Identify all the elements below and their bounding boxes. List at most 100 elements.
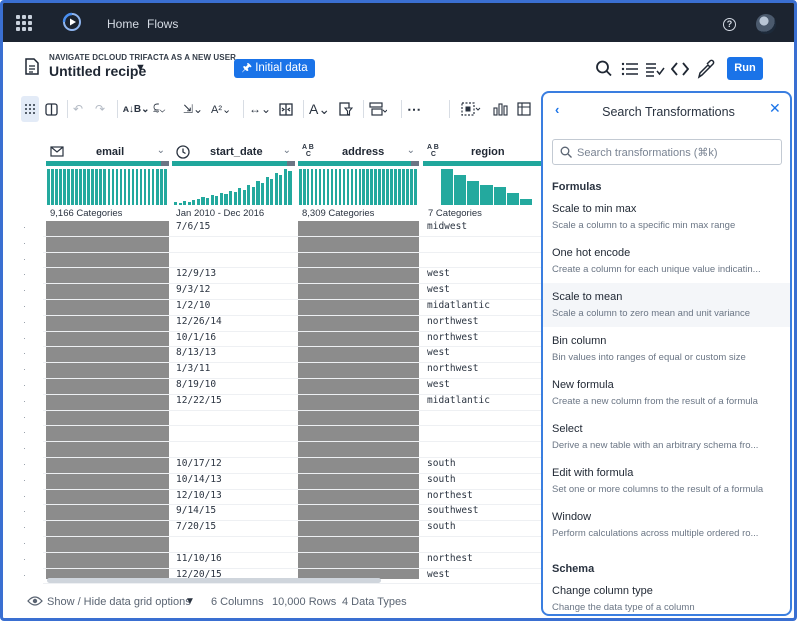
extract-icon[interactable]: ⇲⌄ <box>183 96 209 122</box>
histogram-bar[interactable] <box>163 169 167 205</box>
histogram-bar[interactable] <box>410 169 413 205</box>
horizontal-scrollbar[interactable] <box>47 578 381 583</box>
transform-item[interactable]: Change column type Change the data type o… <box>543 577 790 614</box>
nav-flows-link[interactable]: Flows <box>147 17 178 31</box>
histogram-bar[interactable] <box>242 190 246 205</box>
histogram-bar[interactable] <box>299 169 302 205</box>
histogram-email[interactable] <box>47 169 168 205</box>
histogram-bar[interactable] <box>354 169 358 205</box>
format-text-icon[interactable]: A⌄ <box>309 96 333 122</box>
histogram-bar[interactable] <box>306 169 310 205</box>
histogram-bar[interactable] <box>314 169 318 205</box>
chevron-down-icon[interactable]: ⌄ <box>283 145 291 156</box>
filter-icon[interactable] <box>339 96 357 122</box>
cell-region[interactable]: northwest <box>427 316 478 327</box>
histogram-bar[interactable] <box>139 169 143 205</box>
histogram-bar[interactable] <box>83 169 86 205</box>
transform-item[interactable]: Window Perform calculations across multip… <box>543 503 790 547</box>
histogram-bar[interactable] <box>115 169 119 205</box>
histogram-bar[interactable] <box>151 169 155 205</box>
columns-view-icon[interactable] <box>45 96 61 122</box>
histogram-bar[interactable] <box>147 169 151 205</box>
cell-region[interactable]: northest <box>427 553 473 564</box>
run-button[interactable]: Run <box>727 57 763 80</box>
histogram-bar[interactable] <box>99 169 103 205</box>
histogram-bar[interactable] <box>119 169 123 205</box>
histogram-bar[interactable] <box>362 169 366 205</box>
histogram-bar[interactable] <box>187 202 191 205</box>
aggregate-icon[interactable]: A²⌄ <box>211 96 239 122</box>
transform-item[interactable]: Edit with formula Set one or more columns… <box>543 459 790 503</box>
histogram-bar[interactable] <box>265 177 269 205</box>
logo-icon[interactable] <box>61 11 83 33</box>
histogram-bar[interactable] <box>107 169 111 205</box>
cell-start-date[interactable]: 11/10/16 <box>176 553 222 564</box>
column-header-email[interactable]: email ⌄ <box>46 143 169 162</box>
histogram-bar[interactable] <box>370 169 373 205</box>
data-quality-bar[interactable] <box>423 161 541 166</box>
redo-icon[interactable]: ↷ <box>95 96 111 122</box>
histogram-bar[interactable] <box>247 185 251 205</box>
column-header-region[interactable]: A B C region <box>423 143 541 162</box>
cell-region[interactable]: northwest <box>427 332 478 343</box>
histogram-bar[interactable] <box>123 169 127 205</box>
histogram-bar[interactable] <box>131 169 135 205</box>
histogram-bar[interactable] <box>506 193 519 205</box>
histogram-bar[interactable] <box>283 169 288 205</box>
histogram-bar[interactable] <box>350 169 354 205</box>
checklist-icon[interactable] <box>645 59 665 79</box>
histogram-bar[interactable] <box>47 169 50 205</box>
histogram-bar[interactable] <box>67 169 70 205</box>
histogram-bar[interactable] <box>206 198 210 205</box>
cell-start-date[interactable]: 7/20/15 <box>176 521 216 532</box>
histogram-bar[interactable] <box>406 169 409 205</box>
histogram-start-date[interactable] <box>174 169 293 205</box>
histogram-bar[interactable] <box>103 169 107 205</box>
cell-region[interactable]: midwest <box>427 221 467 232</box>
selection-icon[interactable] <box>461 96 487 122</box>
transform-item[interactable]: New formula Create a new column from the … <box>543 371 790 415</box>
transform-item[interactable]: Select Derive a new table with an arbitra… <box>543 415 790 459</box>
histogram-bar[interactable] <box>174 202 178 205</box>
cell-start-date[interactable]: 12/10/13 <box>176 490 222 501</box>
avatar[interactable] <box>756 14 776 34</box>
histogram-bar[interactable] <box>210 195 214 205</box>
eye-icon[interactable] <box>27 595 43 607</box>
cell-region[interactable]: midatlantic <box>427 395 490 406</box>
help-icon[interactable]: ? <box>723 18 736 31</box>
histogram-bar[interactable] <box>127 169 131 205</box>
split-column-icon[interactable]: ↔⌄ <box>249 96 275 122</box>
merge-icon[interactable]: ⫇⌄ <box>153 96 179 122</box>
histogram-address[interactable] <box>299 169 418 205</box>
column-chart-icon[interactable] <box>493 96 513 122</box>
histogram-bar[interactable] <box>310 169 314 205</box>
histogram-bar[interactable] <box>519 199 532 205</box>
transform-item[interactable]: Scale to min max Scale a column to a spec… <box>543 195 790 239</box>
column-header-address[interactable]: A B C address ⌄ <box>298 143 419 162</box>
search-icon[interactable] <box>595 59 613 79</box>
histogram-bar[interactable] <box>279 175 283 205</box>
histogram-bar[interactable] <box>59 169 62 205</box>
histogram-bar[interactable] <box>378 169 381 205</box>
histogram-bar[interactable] <box>219 193 223 205</box>
histogram-bar[interactable] <box>374 169 377 205</box>
histogram-bar[interactable] <box>201 197 205 205</box>
cell-start-date[interactable]: 10/17/12 <box>176 458 222 469</box>
histogram-bar[interactable] <box>346 169 350 205</box>
join-icon[interactable] <box>369 96 395 122</box>
histogram-bar[interactable] <box>342 169 346 205</box>
cell-region[interactable]: west <box>427 284 450 295</box>
search-box[interactable] <box>552 139 782 165</box>
cell-region[interactable]: midatlantic <box>427 300 490 311</box>
replace-text-icon[interactable]: ᴀ↓B⌄ <box>123 96 149 122</box>
undo-icon[interactable]: ↶ <box>73 96 89 122</box>
histogram-bar[interactable] <box>398 169 401 205</box>
histogram-bar[interactable] <box>196 199 201 205</box>
cell-start-date[interactable]: 12/9/13 <box>176 268 216 279</box>
histogram-bar[interactable] <box>143 169 147 205</box>
cell-region[interactable]: south <box>427 458 456 469</box>
histogram-bar[interactable] <box>467 181 480 205</box>
cell-region[interactable]: northwest <box>427 363 478 374</box>
histogram-bar[interactable] <box>87 169 90 205</box>
cell-region[interactable]: west <box>427 379 450 390</box>
